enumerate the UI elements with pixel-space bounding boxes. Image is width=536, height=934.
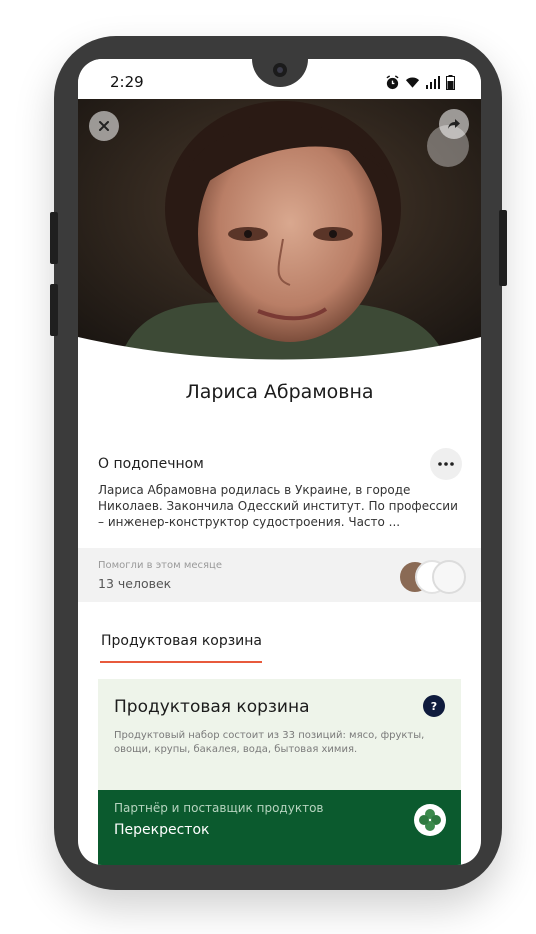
- battery-icon: [446, 74, 455, 90]
- active-tab-indicator: [100, 661, 262, 663]
- about-more-button[interactable]: [430, 448, 462, 480]
- partner-name: Перекресток: [114, 822, 210, 838]
- wifi-icon: [405, 77, 420, 88]
- app-screen: 2:29 Лариса Абрамовна О подопечном Ларис…: [78, 59, 481, 865]
- partner-logo: [414, 804, 446, 836]
- basket-card: Продуктовая корзина ? Продуктовый набор …: [98, 679, 461, 790]
- alarm-icon: [386, 74, 399, 89]
- close-button[interactable]: [89, 111, 119, 141]
- helped-count: 13 человек: [98, 576, 172, 591]
- about-section-title: О подопечном: [98, 456, 204, 472]
- phone-side-button: [50, 284, 58, 336]
- partner-card[interactable]: Партнёр и поставщик продуктов Перекресто…: [98, 790, 461, 865]
- clover-logo-icon: [419, 809, 441, 831]
- phone-side-button: [50, 212, 58, 264]
- share-icon: [448, 119, 460, 129]
- signal-icon: [426, 76, 440, 89]
- tab-food-basket[interactable]: Продуктовая корзина: [101, 633, 262, 649]
- status-icons: [385, 74, 455, 90]
- basket-title: Продуктовая корзина: [114, 697, 310, 717]
- more-icon: [438, 462, 454, 466]
- basket-description: Продуктовый набор состоит из 33 позиций:…: [114, 730, 425, 755]
- partner-label: Партнёр и поставщик продуктов: [114, 801, 324, 815]
- avatar: [432, 560, 466, 594]
- front-camera: [273, 63, 287, 77]
- profile-photo: [78, 99, 481, 364]
- about-text: Лариса Абрамовна родилась в Украине, в г…: [98, 483, 458, 529]
- status-time: 2:29: [110, 73, 144, 91]
- helped-label: Помогли в этом месяце: [98, 560, 223, 571]
- helped-this-month: Помогли в этом месяце 13 человек: [78, 548, 481, 602]
- close-icon: [99, 121, 109, 131]
- help-icon[interactable]: ?: [423, 695, 445, 717]
- helper-avatars[interactable]: [398, 560, 468, 594]
- share-button[interactable]: [439, 109, 469, 139]
- profile-name: Лариса Абрамовна: [185, 381, 374, 403]
- phone-side-button: [499, 210, 507, 286]
